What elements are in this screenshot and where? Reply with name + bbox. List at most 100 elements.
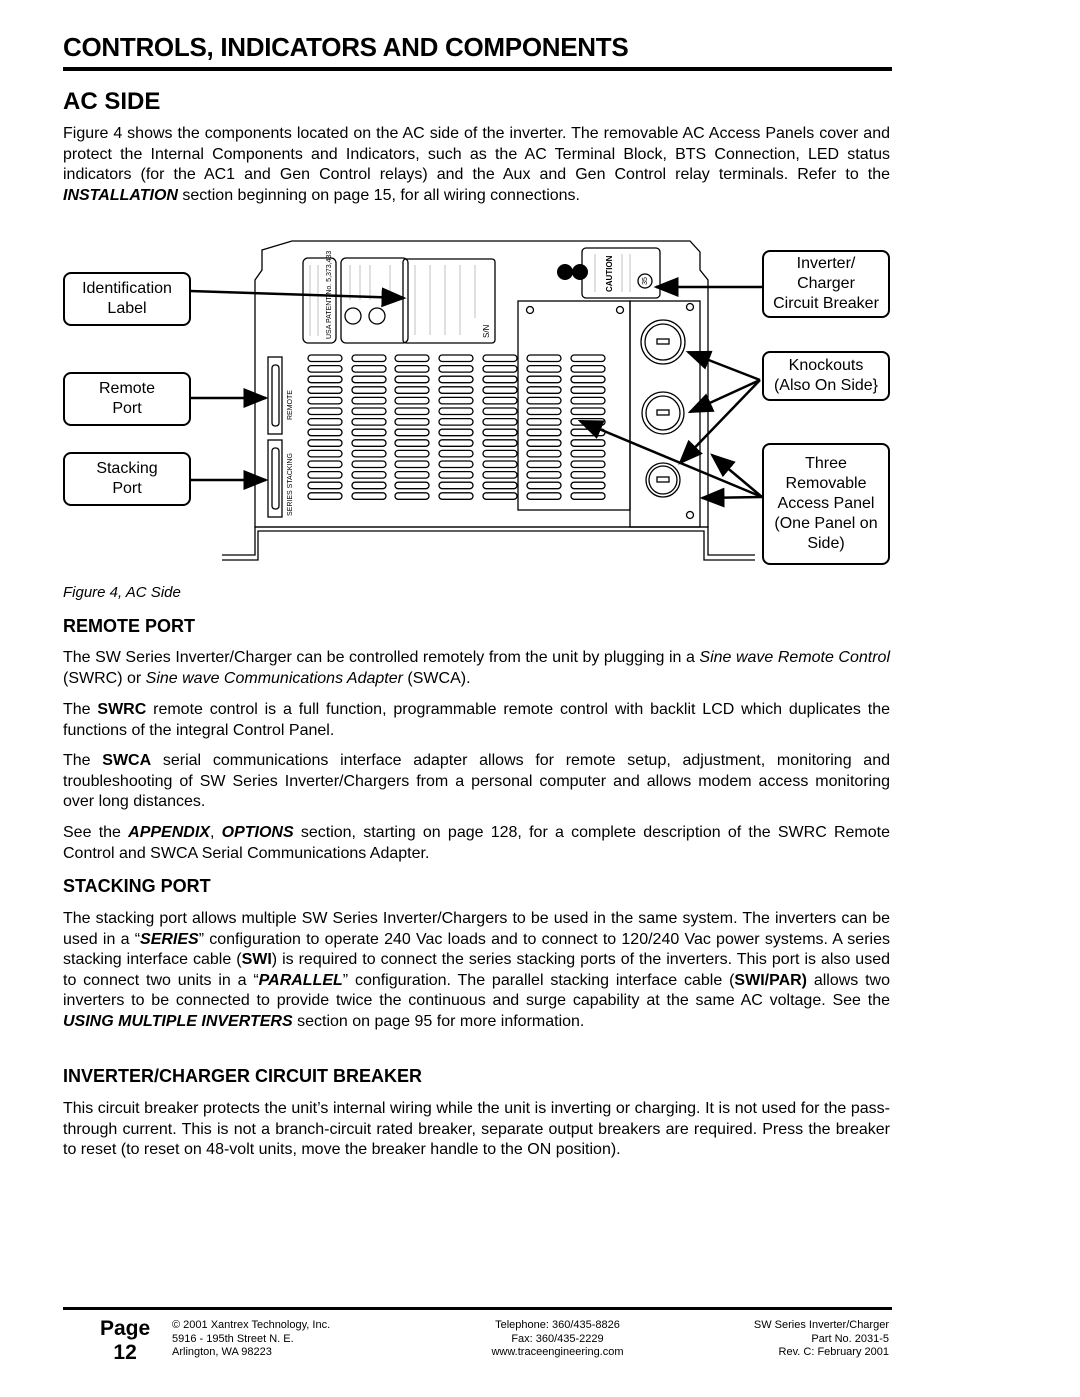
vent-slot xyxy=(570,364,606,373)
callout-access-panel: Three Removable Access Panel (One Panel on S… xyxy=(762,443,890,565)
vent-slot xyxy=(570,449,606,458)
remote-port-heading: REMOTE PORT xyxy=(63,616,196,636)
vent-slot xyxy=(351,470,387,479)
stacking-port-heading: STACKING PORT xyxy=(63,876,211,896)
callout-remote-port: Remote Port xyxy=(63,372,191,426)
vent-slot xyxy=(482,460,518,469)
vent-slot xyxy=(351,449,387,458)
vent-slot xyxy=(307,460,343,469)
vent-slot xyxy=(438,439,474,447)
vent-slot xyxy=(394,354,430,363)
vent-slot xyxy=(438,354,474,363)
serial-number-label: S/N xyxy=(482,324,491,338)
footer-company: © 2001 Xantrex Technology, Inc. 5916 - 19… xyxy=(172,1319,331,1358)
led-indicator xyxy=(557,264,573,280)
vent-slot xyxy=(438,407,474,416)
vent-slot xyxy=(570,439,606,447)
vent-slot xyxy=(438,417,474,426)
breaker-p1: This circuit breaker protects the unit’s… xyxy=(63,1100,890,1158)
vent-slot xyxy=(526,354,562,363)
vent-slot xyxy=(307,354,343,363)
footer-contact: Telephone: 360/435-8826 Fax: 360/435-2229… xyxy=(491,1319,624,1358)
vent-slot xyxy=(307,470,343,479)
vent-slot xyxy=(438,364,474,373)
inverter-body xyxy=(222,240,755,561)
vent-slot xyxy=(526,460,562,469)
vent-slot xyxy=(438,470,474,479)
stacking-port-p1: The stacking port allows multiple SW Ser… xyxy=(63,910,891,1030)
vent-slot xyxy=(394,439,430,447)
vent-slot xyxy=(482,470,518,479)
vent-slot xyxy=(351,428,387,437)
vent-slot xyxy=(351,492,387,500)
vent-slot xyxy=(482,386,518,394)
callout-arrows xyxy=(189,277,763,508)
vent-slot xyxy=(526,375,562,384)
vent-slot xyxy=(438,396,474,405)
led-indicator xyxy=(572,264,588,280)
vent-slot xyxy=(307,439,343,447)
vent-slot xyxy=(394,470,430,479)
vent-slot xyxy=(570,407,606,416)
remote-port-p1: The SW Series Inverter/Charger can be co… xyxy=(63,649,891,687)
vent-slot xyxy=(394,449,430,458)
vent-slot xyxy=(351,396,387,405)
vent-slot xyxy=(570,460,606,469)
vent-slot xyxy=(570,354,606,363)
vent-slot xyxy=(351,375,387,384)
remote-port-p4: See the APPENDIX, OPTIONS section, start… xyxy=(63,824,890,862)
vent-slot xyxy=(526,439,562,447)
vent-slot xyxy=(526,492,562,500)
vent-slot xyxy=(526,364,562,373)
vent-slot xyxy=(438,492,474,500)
callout-circuit-breaker: Inverter/Charger Circuit Breaker xyxy=(762,250,890,318)
vent-slot xyxy=(482,364,518,373)
vent-slot xyxy=(307,396,343,405)
vent-slot xyxy=(570,396,606,405)
vent-slot xyxy=(438,386,474,394)
vent-slot xyxy=(394,492,430,500)
vent-slot xyxy=(570,481,606,490)
vent-slot xyxy=(526,481,562,490)
figure-caption: Figure 4, AC Side xyxy=(63,584,181,601)
vent-slot xyxy=(351,364,387,373)
vent-slot xyxy=(570,386,606,394)
remote-port-p3: The SWCA serial communications interface… xyxy=(63,752,890,810)
callout-identification-label: Identification Label xyxy=(63,272,191,326)
vent-slot xyxy=(351,481,387,490)
stacking-port-label: SERIES STACKING xyxy=(287,453,294,516)
manual-page: CONTROLS, INDICATORS AND COMPONENTS AC S… xyxy=(0,0,1080,1397)
vent-slot xyxy=(351,354,387,363)
footer-rule xyxy=(63,1307,892,1310)
vent-slot xyxy=(307,449,343,458)
vent-slot xyxy=(351,460,387,469)
vent-slot xyxy=(482,481,518,490)
vent-slot xyxy=(394,407,430,416)
vent-slot xyxy=(526,396,562,405)
vent-slot xyxy=(482,449,518,458)
vent-slot xyxy=(526,407,562,416)
vent-slot xyxy=(526,428,562,437)
vent-slot xyxy=(307,407,343,416)
breaker-heading: INVERTER/CHARGER CIRCUIT BREAKER xyxy=(63,1066,423,1086)
callout-stacking-port: Stacking Port xyxy=(63,452,191,506)
vent-slot xyxy=(482,396,518,405)
vent-slot xyxy=(438,375,474,384)
vent-slot xyxy=(438,460,474,469)
vent-slot xyxy=(394,417,430,426)
vent-slot xyxy=(394,386,430,394)
callout-knockouts: Knockouts (Also On Side} xyxy=(762,351,890,401)
vent-slot xyxy=(482,417,518,426)
vent-slot xyxy=(394,364,430,373)
vent-slot xyxy=(482,354,518,363)
remote-port-p2: The SWRC remote control is a full functi… xyxy=(63,701,891,739)
vent-slot xyxy=(482,439,518,447)
vent-slot xyxy=(482,492,518,500)
vent-slot xyxy=(438,449,474,458)
vent-slot xyxy=(394,375,430,384)
vent-slot xyxy=(482,407,518,416)
caution-label: CAUTION xyxy=(605,255,614,292)
vent-slot xyxy=(351,386,387,394)
vent-slot xyxy=(307,428,343,437)
vent-slot xyxy=(438,428,474,437)
